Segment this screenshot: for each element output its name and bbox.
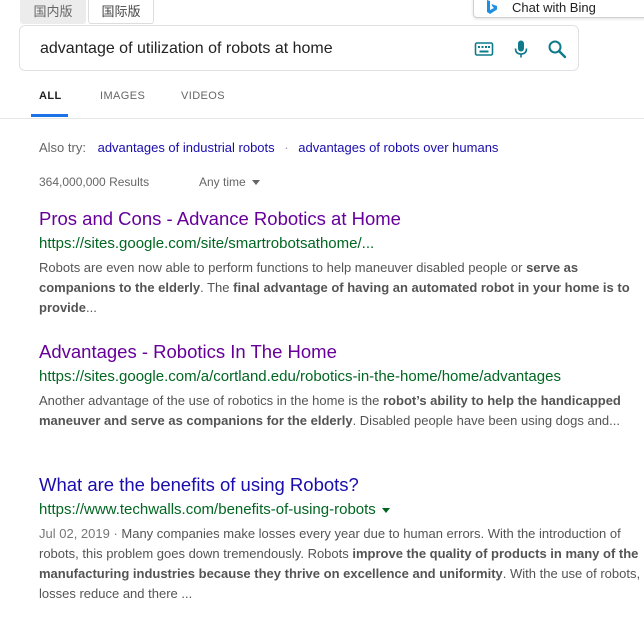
search-result: Pros and Cons - Advance Robotics at Home… <box>39 207 644 318</box>
search-input[interactable] <box>40 39 460 59</box>
tab-domestic[interactable]: 国内版 <box>20 0 86 24</box>
result-snippet: Robots are even now able to perform func… <box>39 258 644 318</box>
keyboard-icon[interactable] <box>474 39 494 59</box>
result-count: 364,000,000 Results <box>39 175 150 189</box>
result-title[interactable]: What are the benefits of using Robots? <box>39 473 644 497</box>
bing-logo-icon <box>487 0 497 14</box>
also-try-label: Also try: <box>39 140 86 155</box>
search-result: What are the benefits of using Robots? h… <box>39 473 644 604</box>
result-url[interactable]: https://www.techwalls.com/benefits-of-us… <box>39 499 644 521</box>
chevron-down-icon <box>251 180 260 186</box>
also-try: Also try: advantages of industrial robot… <box>39 140 498 155</box>
snippet-text: Robots are even now able to perform func… <box>39 260 527 275</box>
tab-international[interactable]: 国际版 <box>88 0 154 24</box>
tab-videos[interactable]: VIDEOS <box>181 90 225 102</box>
active-tab-indicator <box>31 114 68 117</box>
result-title[interactable]: Pros and Cons - Advance Robotics at Home <box>39 207 644 231</box>
search-results-page: 国内版 国际版 Chat with Bing ALL <box>0 0 644 625</box>
result-snippet: Jul 02, 2019 · Many companies make losse… <box>39 524 644 604</box>
result-snippet: Another advantage of the use of robotics… <box>39 391 644 431</box>
time-filter-dropdown[interactable]: Any time <box>199 175 260 189</box>
result-title[interactable]: Advantages - Robotics In The Home <box>39 340 644 364</box>
result-url[interactable]: https://sites.google.com/site/smartrobot… <box>39 233 644 255</box>
search-result: Advantages - Robotics In The Home https:… <box>39 340 644 431</box>
tab-all[interactable]: ALL <box>39 90 62 102</box>
microphone-icon[interactable] <box>511 39 531 59</box>
chat-with-bing-label: Chat with Bing <box>512 0 596 15</box>
result-url[interactable]: https://sites.google.com/a/cortland.edu/… <box>39 366 644 388</box>
nav-divider <box>0 118 644 119</box>
search-icon[interactable] <box>547 39 567 59</box>
snippet-text: Another advantage of the use of robotics… <box>39 393 383 408</box>
also-try-separator: · <box>284 140 289 155</box>
snippet-text: ... <box>85 300 97 315</box>
time-filter-label: Any time <box>199 175 246 189</box>
result-date: Jul 02, 2019 · <box>39 526 122 541</box>
also-try-link[interactable]: advantages of industrial robots <box>98 140 275 155</box>
snippet-text: . The <box>200 280 234 295</box>
vertical-nav: ALL IMAGES VIDEOS <box>0 90 644 118</box>
tab-images[interactable]: IMAGES <box>100 90 145 102</box>
chat-with-bing-button[interactable]: Chat with Bing <box>473 0 644 18</box>
also-try-link[interactable]: advantages of robots over humans <box>298 140 498 155</box>
chevron-down-icon[interactable] <box>381 507 390 513</box>
result-url-text: https://www.techwalls.com/benefits-of-us… <box>39 501 376 518</box>
search-box <box>19 25 579 71</box>
snippet-text: . Disabled people have been using dogs a… <box>352 413 620 428</box>
